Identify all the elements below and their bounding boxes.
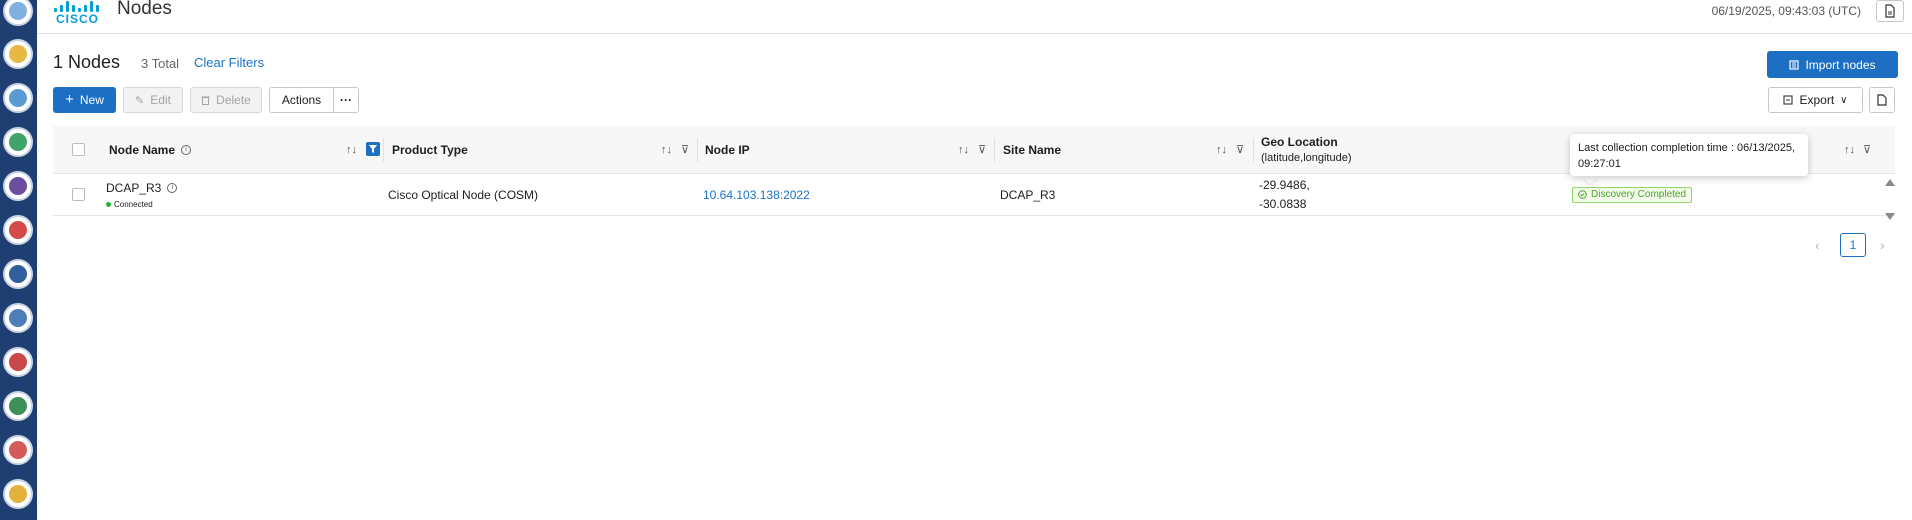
import-nodes-button[interactable]: Import nodes [1767, 51, 1898, 78]
column-label-node-name: Node Name [109, 142, 176, 157]
left-nav-rail [0, 0, 37, 520]
timestamp: 06/19/2025, 09:43:03 (UTC) [1711, 4, 1861, 18]
node-name-cell: DCAP_R3 i Connected [106, 174, 178, 215]
column-header-product-type[interactable]: Product Type [392, 126, 468, 173]
new-label: New [79, 93, 104, 107]
info-icon[interactable]: i [167, 182, 178, 193]
page-number-button[interactable]: 1 [1840, 233, 1866, 257]
export-label: Export [1799, 93, 1835, 107]
new-button[interactable]: + New [53, 87, 116, 113]
edit-icon: ✎ [135, 94, 145, 107]
select-all-checkbox[interactable] [72, 143, 85, 156]
geo-location-cell: -29.9486, -30.0838 [1259, 174, 1310, 215]
delete-label: Delete [216, 93, 251, 107]
total-count: 3 Total [141, 56, 180, 71]
report-button[interactable] [1876, 0, 1904, 22]
import-nodes-label: Import nodes [1805, 57, 1876, 72]
connected-status-dot [106, 201, 111, 207]
filter-active-icon[interactable] [366, 142, 380, 156]
document-icon [1885, 4, 1895, 18]
check-circle-icon [1578, 190, 1587, 199]
node-name[interactable]: DCAP_R3 [106, 181, 161, 195]
product-type: Cisco Optical Node (COSM) [388, 187, 539, 202]
connection-status: Connected [114, 199, 153, 209]
row-checkbox-cell [72, 174, 85, 215]
scroll-down-arrow[interactable] [1885, 213, 1895, 220]
settings-icon[interactable] [3, 303, 33, 333]
clear-filters-link[interactable]: Clear Filters [194, 55, 264, 70]
database-icon[interactable] [3, 479, 33, 509]
plus-icon: + [65, 91, 74, 108]
edit-button[interactable]: ✎ Edit [123, 87, 183, 113]
discovery-status-label: Discovery Completed [1591, 189, 1687, 200]
export-button[interactable]: Export ∨ [1768, 87, 1863, 113]
tooltip-line-1: Last collection completion time : 06/13/… [1578, 142, 1796, 154]
column-header-geo-location[interactable]: Geo Location (latitude,longitude) [1261, 126, 1352, 173]
export-icon [1783, 95, 1794, 105]
info-icon: i [181, 144, 192, 155]
column-settings-button[interactable] [1869, 87, 1895, 113]
column-header-site-name[interactable]: Site Name [1003, 126, 1061, 173]
global-icon[interactable] [3, 391, 33, 421]
alarms-icon[interactable] [3, 347, 33, 377]
more-actions-button[interactable]: ··· [333, 87, 359, 113]
node-ip-link[interactable]: 10.64.103.138:2022 [703, 188, 810, 202]
sort-icon[interactable]: ↑↓ [1844, 144, 1855, 156]
node-count: 1 Nodes [53, 52, 121, 72]
sort-icon[interactable]: ↑↓ [346, 144, 357, 156]
table-row[interactable]: DCAP_R3 i Connected Cisco Optical Node (… [53, 174, 1895, 216]
dashboard-icon[interactable] [3, 259, 33, 289]
tooltip-line-2: 09:27:01 [1578, 158, 1621, 170]
row-checkbox[interactable] [72, 188, 85, 201]
more-icon: ··· [340, 93, 352, 107]
actions-button[interactable]: Actions [269, 87, 334, 113]
column-header-node-name[interactable]: Node Name i [109, 126, 192, 173]
sort-icon[interactable]: ↑↓ [958, 144, 969, 156]
topology-icon[interactable] [3, 39, 33, 69]
performance-icon[interactable] [3, 215, 33, 245]
collection-time-tooltip: Last collection completion time : 06/13/… [1570, 134, 1808, 176]
longitude: -30.0838 [1259, 196, 1307, 211]
status-badge[interactable]: Discovery Completed [1572, 186, 1693, 203]
column-header-node-ip[interactable]: Node IP [705, 126, 750, 173]
edit-label: Edit [150, 93, 171, 107]
site-name-cell: DCAP_R3 [1000, 174, 1055, 215]
inventory-icon[interactable] [3, 83, 33, 113]
node-ip-cell: 10.64.103.138:2022 [703, 174, 810, 215]
filter-icon[interactable]: ⊽ [978, 144, 986, 156]
filter-icon[interactable]: ⊽ [1236, 144, 1244, 156]
monitoring-icon[interactable] [3, 171, 33, 201]
column-label-node-ip: Node IP [705, 142, 750, 157]
actions-label: Actions [281, 93, 322, 107]
column-label-geo-location: Geo Location [1261, 135, 1338, 149]
cisco-logo: CISCO [53, 0, 103, 26]
product-type-cell: Cisco Optical Node (COSM) [388, 174, 538, 215]
filter-icon[interactable]: ⊽ [681, 144, 689, 156]
column-label-product-type: Product Type [392, 142, 468, 157]
sort-icon[interactable]: ↑↓ [1216, 144, 1227, 156]
site-name: DCAP_R3 [1000, 187, 1056, 202]
previous-page-button[interactable]: ‹ [1815, 237, 1820, 253]
logo-text: CISCO [56, 12, 100, 26]
troubleshoot-icon[interactable] [3, 435, 33, 465]
next-page-button[interactable]: › [1880, 237, 1885, 253]
column-sublabel-geo-location: (latitude,longitude) [1261, 152, 1352, 164]
latitude: -29.9486, [1259, 177, 1310, 192]
filter-icon[interactable]: ⊽ [1863, 144, 1871, 156]
chevron-down-icon: ∨ [1840, 94, 1848, 106]
app-header: CISCO Nodes 06/19/2025, 09:43:03 (UTC) [37, 0, 1912, 34]
network-icon[interactable] [3, 0, 33, 26]
sort-icon[interactable]: ↑↓ [661, 144, 672, 156]
delete-button[interactable]: Delete [190, 87, 262, 113]
column-label-site-name: Site Name [1003, 142, 1062, 157]
settings-doc-icon [1877, 94, 1887, 106]
select-all-checkbox-cell [72, 126, 85, 173]
scroll-up-arrow[interactable] [1885, 179, 1895, 186]
page-title: Nodes [117, 0, 172, 19]
trash-icon [201, 96, 210, 105]
documents-icon[interactable] [3, 127, 33, 157]
import-icon [1789, 59, 1800, 70]
